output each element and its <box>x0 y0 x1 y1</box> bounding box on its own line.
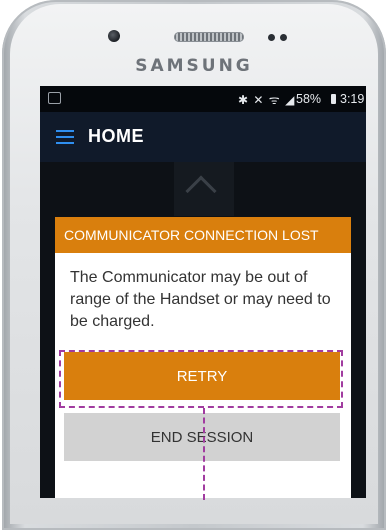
app-bar: HOME <box>40 112 366 162</box>
retry-highlight-annotation <box>59 350 343 408</box>
battery-percent: 58% <box>296 92 322 106</box>
hamburger-menu-icon[interactable] <box>56 130 74 144</box>
front-camera-icon <box>108 30 120 42</box>
status-time: 3:19 PM <box>340 92 366 106</box>
annotation-connector-line <box>203 408 205 500</box>
battery-icon <box>331 94 336 104</box>
proximity-sensor-icon <box>268 34 275 41</box>
light-sensor-icon <box>280 34 287 41</box>
page-title: HOME <box>88 126 144 146</box>
status-icons: ✱ ✕ ᯤ ◢ <box>238 93 296 107</box>
status-bar: ✱ ✕ ᯤ ◢ 58% 3:19 PM <box>40 86 366 112</box>
notification-icon <box>48 92 61 104</box>
device-brand: SAMSUNG <box>135 56 253 76</box>
earpiece-speaker <box>174 32 244 42</box>
chevron-up-icon <box>185 175 217 207</box>
dialog-title: COMMUNICATOR CONNECTION LOST <box>55 217 351 253</box>
end-session-button[interactable]: END SESSION <box>64 413 340 461</box>
collapse-button[interactable] <box>174 162 234 216</box>
dialog-message: The Communicator may be out of range of … <box>70 269 331 330</box>
